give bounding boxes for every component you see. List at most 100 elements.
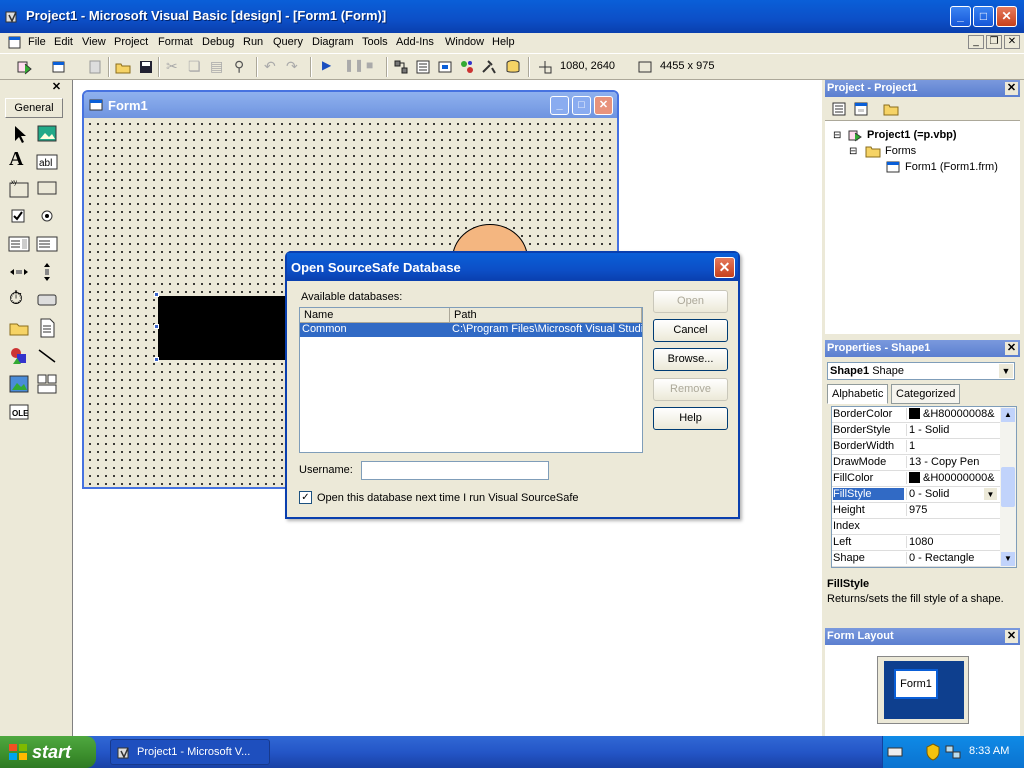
view-object-icon[interactable] xyxy=(853,101,869,117)
property-row[interactable]: BorderWidth 1 xyxy=(832,439,1000,455)
property-row[interactable]: BorderStyle 1 - Solid xyxy=(832,423,1000,439)
line-tool-icon[interactable] xyxy=(35,344,59,368)
form1-caption[interactable]: Form1 _ □ ✕ xyxy=(84,92,617,118)
property-row[interactable]: Index xyxy=(832,519,1000,535)
open-button[interactable]: Open xyxy=(653,290,728,313)
view-code-icon[interactable] xyxy=(831,101,847,117)
combobox-icon[interactable] xyxy=(7,232,31,256)
tree-form1[interactable]: Form1 (Form1.frm) xyxy=(905,161,998,173)
keyboard-icon[interactable] xyxy=(887,745,903,759)
remove-button[interactable]: Remove xyxy=(653,378,728,401)
toolbox-tab-general[interactable]: General xyxy=(5,98,63,118)
form-system-icon[interactable] xyxy=(8,36,21,49)
toolbox-icon[interactable] xyxy=(480,58,498,76)
browse-button[interactable]: Browse... xyxy=(653,348,728,371)
ole-tool-icon[interactable]: OLE xyxy=(7,400,31,424)
form1-minimize-button[interactable]: _ xyxy=(550,96,569,115)
menu-add-ins[interactable]: Add-Ins xyxy=(396,36,434,48)
commandbutton-icon[interactable] xyxy=(35,176,59,200)
mdi-close-button[interactable]: ✕ xyxy=(1004,35,1020,49)
resize-handle-ml[interactable] xyxy=(154,324,159,329)
object-browser-icon[interactable] xyxy=(458,58,476,76)
timer-icon[interactable]: ⏱ xyxy=(9,288,33,312)
picturebox-icon[interactable] xyxy=(35,122,59,146)
property-row[interactable]: FillColor &H00000000& xyxy=(832,471,1000,487)
frame-icon[interactable]: xy xyxy=(7,176,31,200)
textbox-icon[interactable]: abl xyxy=(35,150,59,174)
resize-handle-tl[interactable] xyxy=(154,292,159,297)
label-icon[interactable]: A xyxy=(9,148,33,172)
cut-icon[interactable]: ✂ xyxy=(166,58,184,76)
scroll-up-icon[interactable]: ▲ xyxy=(1001,408,1015,422)
menu-run[interactable]: Run xyxy=(243,36,263,48)
dialog-caption[interactable]: Open SourceSafe Database ✕ xyxy=(287,253,738,281)
tab-categorized[interactable]: Categorized xyxy=(891,384,961,404)
toolbox-close-button[interactable]: ✕ xyxy=(50,81,63,94)
property-row[interactable]: DrawMode 13 - Copy Pen xyxy=(832,455,1000,471)
data-view-icon[interactable] xyxy=(504,58,522,76)
drivelistbox-icon[interactable] xyxy=(35,288,59,312)
break-icon[interactable]: ❚❚ xyxy=(344,58,364,76)
property-row[interactable]: Shape 0 - Rectangle xyxy=(832,551,1000,567)
add-project-icon[interactable] xyxy=(16,58,34,76)
collapse-project-icon[interactable]: ⊟ xyxy=(833,130,841,141)
image-tool-icon[interactable] xyxy=(7,372,31,396)
scroll-thumb[interactable] xyxy=(1001,467,1015,507)
menu-tools[interactable]: Tools xyxy=(362,36,388,48)
resize-handle-bl[interactable] xyxy=(154,357,159,362)
help-button[interactable]: Help xyxy=(653,407,728,430)
menu-help[interactable]: Help xyxy=(492,36,515,48)
menu-window[interactable]: Window xyxy=(445,36,484,48)
dialog-close-button[interactable]: ✕ xyxy=(714,257,735,278)
chevron-down-icon[interactable]: ▼ xyxy=(999,364,1013,378)
listbox-icon[interactable] xyxy=(35,232,59,256)
vscrollbar-icon[interactable] xyxy=(35,260,59,284)
form1-preview[interactable]: Form1 xyxy=(894,669,938,699)
menu-diagram[interactable]: Diagram xyxy=(312,36,354,48)
undo-icon[interactable]: ↶ xyxy=(264,58,282,76)
property-row[interactable]: BorderColor &H80000008& xyxy=(832,407,1000,423)
project-panel-close-button[interactable]: ✕ xyxy=(1005,82,1018,95)
list-item[interactable]: Common C:\Program Files\Microsoft Visual… xyxy=(300,323,642,337)
scroll-down-icon[interactable]: ▼ xyxy=(1001,552,1015,566)
property-row-selected[interactable]: FillStyle 0 - Solid ▼ xyxy=(832,487,1000,503)
redo-icon[interactable]: ↷ xyxy=(286,58,304,76)
menu-view[interactable]: View xyxy=(82,36,106,48)
toggle-folders-icon[interactable] xyxy=(883,101,899,117)
form-layout-close-button[interactable]: ✕ xyxy=(1005,630,1018,643)
collapse-forms-icon[interactable]: ⊟ xyxy=(849,146,857,157)
optionbutton-icon[interactable] xyxy=(35,204,59,228)
menu-format[interactable]: Format xyxy=(158,36,193,48)
menu-editor-icon[interactable] xyxy=(86,58,104,76)
vb-app-icon[interactable] xyxy=(5,9,21,25)
property-row[interactable]: Left 1080 xyxy=(832,535,1000,551)
username-input[interactable] xyxy=(361,461,549,480)
shape1-rectangle[interactable] xyxy=(158,296,298,360)
object-selector-combo[interactable]: Shape1 Shape ▼ xyxy=(827,362,1015,380)
chevron-down-icon[interactable]: ▼ xyxy=(984,488,997,500)
property-row[interactable]: Height 975 xyxy=(832,503,1000,519)
shape-tool-icon[interactable] xyxy=(7,344,31,368)
clock[interactable]: 8:33 AM xyxy=(969,745,1009,757)
column-header-path[interactable]: Path xyxy=(450,308,642,323)
data-control-icon[interactable] xyxy=(35,372,59,396)
menu-edit[interactable]: Edit xyxy=(54,36,73,48)
open-next-time-checkbox[interactable]: ✓ xyxy=(299,491,312,504)
databases-list[interactable]: Name Path Common C:\Program Files\Micros… xyxy=(299,307,643,453)
minimize-button[interactable]: _ xyxy=(950,6,971,27)
dirlistbox-icon[interactable] xyxy=(7,316,31,340)
save-project-icon[interactable] xyxy=(137,58,155,76)
form1-maximize-button[interactable]: □ xyxy=(572,96,591,115)
property-scrollbar[interactable]: ▲ ▼ xyxy=(1000,407,1016,567)
hscrollbar-icon[interactable] xyxy=(7,260,31,284)
end-icon[interactable]: ■ xyxy=(366,58,384,76)
title-bar[interactable]: Project1 - Microsoft Visual Basic [desig… xyxy=(0,0,1024,33)
column-header-name[interactable]: Name xyxy=(300,308,450,323)
filelistbox-icon[interactable] xyxy=(35,316,59,340)
form-layout-icon[interactable] xyxy=(436,58,454,76)
network-icon[interactable] xyxy=(945,744,961,760)
open-next-time-label[interactable]: Open this database next time I run Visua… xyxy=(317,492,579,504)
tab-alphabetic[interactable]: Alphabetic xyxy=(827,384,889,404)
start-button[interactable]: start xyxy=(0,736,96,768)
pointer-icon[interactable] xyxy=(7,122,31,146)
